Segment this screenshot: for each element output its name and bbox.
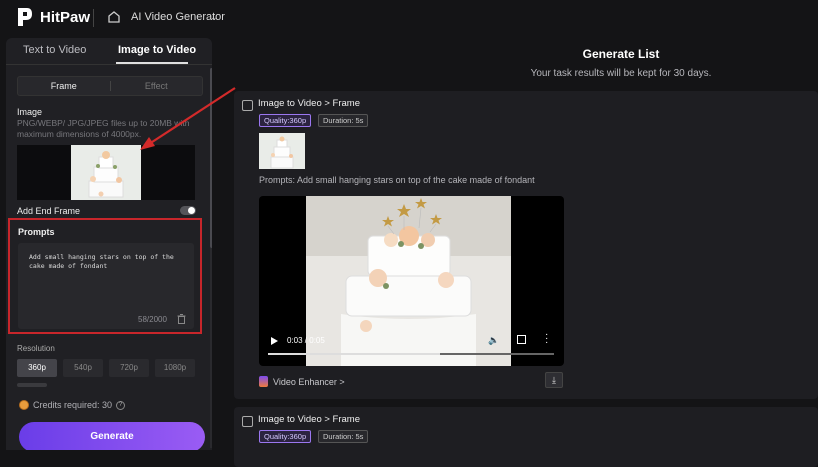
task-title: Image to Video > Frame: [258, 98, 361, 109]
logo[interactable]: HitPaw: [16, 7, 90, 27]
tab-text-to-video[interactable]: Text to Video: [23, 44, 86, 56]
generate-list-subtitle: Your task results will be kept for 30 da…: [530, 68, 712, 79]
enhancer-icon: [259, 376, 268, 387]
end-frame-toggle[interactable]: [180, 206, 196, 215]
chevron-down-icon[interactable]: ⌄: [210, 12, 218, 23]
resolution-label: Resolution: [17, 344, 55, 353]
prompt-char-count: 58/2000: [138, 315, 167, 324]
download-button[interactable]: ⤓: [545, 372, 563, 388]
task-prompt: Prompts: Add small hanging stars on top …: [259, 175, 535, 185]
resolution-1080p[interactable]: 1080p: [155, 359, 195, 377]
video-time: 0:03 / 0:05: [287, 336, 325, 345]
end-frame-label: Add End Frame: [17, 206, 81, 216]
segment-effect[interactable]: Effect: [111, 77, 203, 95]
tab-image-to-video[interactable]: Image to Video: [118, 44, 196, 56]
prompts-label: Prompts: [18, 227, 55, 237]
resolution-540p[interactable]: 540p: [63, 359, 103, 377]
sidebar-scrollbar[interactable]: [210, 68, 212, 448]
brand-name: HitPaw: [40, 8, 91, 26]
duration-badge: Duration: 5s: [318, 430, 369, 443]
cake-image: [259, 133, 305, 169]
frame-effect-switch: Frame Effect: [17, 76, 203, 96]
toggle-knob: [188, 207, 195, 214]
source-image-thumbnail[interactable]: [259, 133, 305, 169]
top-bar: HitPaw AI Video Generator ⌄: [0, 0, 818, 36]
image-to-video-icon: [242, 416, 253, 427]
segment-frame[interactable]: Frame: [18, 77, 110, 95]
generate-button[interactable]: Generate: [19, 422, 205, 450]
task-card: Image to Video > Frame Quality:360p Dura…: [234, 91, 818, 399]
prompt-textarea[interactable]: Add small hanging stars on top of the ca…: [18, 243, 194, 329]
resolution-360p[interactable]: 360p: [17, 359, 57, 377]
scroll-thumb[interactable]: [210, 68, 212, 248]
quality-badge: Quality:360p: [259, 430, 312, 443]
home-icon[interactable]: [107, 10, 121, 24]
duration-label-partial: [17, 383, 47, 387]
credits-info: Credits required: 30 ?: [19, 400, 126, 410]
play-icon[interactable]: [271, 337, 278, 345]
image-to-video-icon: [242, 100, 253, 111]
cake-image: [71, 145, 141, 200]
video-enhancer-label[interactable]: Video Enhancer >: [273, 377, 345, 387]
video-progress-bar[interactable]: [268, 353, 554, 355]
coin-icon: [19, 400, 29, 410]
credits-text: Credits required: 30: [33, 400, 113, 410]
resolution-options: 360p 540p 720p 1080p: [17, 359, 195, 377]
quality-badge: Quality:360p: [259, 114, 312, 127]
task-title: Image to Video > Frame: [258, 414, 361, 425]
help-icon[interactable]: ?: [116, 400, 126, 410]
divider: [93, 9, 94, 27]
image-label: Image: [17, 107, 43, 117]
more-options-icon[interactable]: · · ·: [545, 330, 549, 348]
resolution-720p[interactable]: 720p: [109, 359, 149, 377]
duration-badge: Duration: 5s: [318, 114, 369, 127]
trash-icon[interactable]: [177, 314, 186, 324]
task-card: Image to Video > Frame Quality:360p Dura…: [234, 407, 818, 467]
divider: [6, 64, 212, 65]
video-progress-fill: [268, 353, 440, 355]
prompt-text[interactable]: Add small hanging stars on top of the ca…: [29, 253, 189, 271]
volume-icon[interactable]: 🔈: [488, 335, 499, 346]
generate-list-title: Generate List: [582, 47, 660, 61]
sidebar: Text to Video Image to Video Frame Effec…: [6, 38, 212, 450]
hitpaw-logo-icon: [18, 8, 32, 26]
video-enhancer-link[interactable]: Video Enhancer >: [259, 376, 345, 387]
prompts-highlight-box: Prompts Add small hanging stars on top o…: [8, 218, 202, 334]
mode-tabs: Text to Video Image to Video: [6, 38, 212, 64]
image-hint: PNG/WEBP/ JPG/JPEG files up to 20MB with…: [17, 118, 190, 139]
uploaded-image[interactable]: [71, 145, 141, 200]
video-player[interactable]: 0:03 / 0:05 🔈 · · ·: [259, 196, 564, 366]
fullscreen-icon[interactable]: [517, 335, 526, 344]
image-upload-area[interactable]: [17, 145, 195, 200]
video-frame: [306, 196, 511, 366]
